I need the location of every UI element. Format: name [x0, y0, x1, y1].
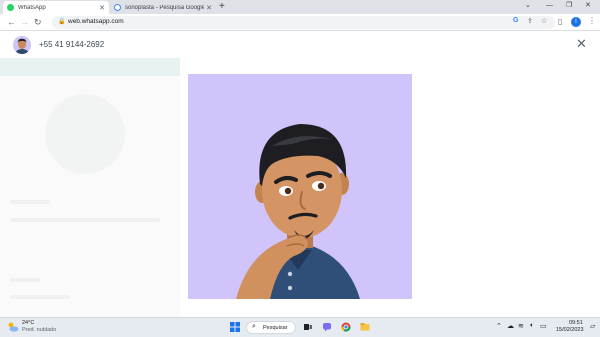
tab-search-icon[interactable]: ⌄	[525, 1, 531, 11]
taskbar-search-box[interactable]: ⌕ Pesquisar	[246, 321, 296, 334]
whatsapp-icon	[7, 4, 14, 11]
bookmark-star-icon[interactable]: ☆	[541, 17, 547, 25]
weather-temperature[interactable]: 24°C	[22, 320, 34, 326]
notifications-icon[interactable]: ▱	[590, 322, 595, 330]
contact-avatar[interactable]	[13, 36, 31, 54]
task-view-icon[interactable]	[303, 322, 313, 332]
search-label: Pesquisar	[263, 325, 288, 331]
tab-strip: WhatsApp ✕ sonoplasta - Pesquisa Google …	[0, 0, 600, 14]
battery-icon[interactable]: ▭	[540, 322, 547, 330]
tab-whatsapp[interactable]: WhatsApp ✕	[3, 1, 109, 14]
address-bar[interactable]: 🔒 web.whatsapp.com G ⇪ ☆	[52, 16, 555, 29]
background-panel-header	[0, 56, 180, 76]
close-viewer-button[interactable]: ✕	[576, 36, 587, 52]
media-viewer-header: +55 41 9144-2692 ✕	[0, 32, 600, 58]
close-tab-icon[interactable]: ✕	[206, 4, 212, 12]
background-line	[10, 200, 50, 204]
tab-title: WhatsApp	[18, 4, 46, 11]
browser-toolbar: ← → ↻ 🔒 web.whatsapp.com G ⇪ ☆ ▯ I ⋮	[0, 14, 600, 31]
back-icon[interactable]: ←	[7, 17, 16, 27]
chrome-menu-icon[interactable]: ⋮	[588, 16, 596, 25]
wifi-icon[interactable]: ≋	[518, 322, 524, 330]
lock-icon[interactable]: 🔒	[58, 18, 65, 25]
background-profile-avatar	[45, 94, 125, 174]
profile-avatar[interactable]: I	[571, 17, 581, 27]
close-window-button[interactable]: ✕	[585, 1, 591, 11]
share-icon[interactable]: ⇪	[527, 17, 533, 25]
search-icon: ⌕	[252, 323, 256, 330]
background-line	[10, 295, 70, 299]
weather-cloud-icon[interactable]	[7, 321, 19, 333]
clock-time[interactable]: 09:51	[569, 320, 583, 326]
new-tab-button[interactable]: +	[219, 1, 225, 13]
google-lens-icon[interactable]: G	[513, 17, 518, 24]
whatsapp-page: +55 41 9144-2692 ✕	[0, 32, 600, 317]
url-text[interactable]: web.whatsapp.com	[68, 18, 124, 25]
avatar-illustration	[188, 74, 412, 299]
clock-date[interactable]: 15/02/2023	[556, 327, 584, 333]
profile-photo[interactable]	[188, 74, 412, 299]
forward-icon[interactable]: →	[20, 17, 29, 27]
volume-icon[interactable]: ◖	[529, 322, 533, 329]
tab-google-search[interactable]: sonoplasta - Pesquisa Google ✕	[110, 1, 216, 14]
onedrive-cloud-icon[interactable]: ☁	[507, 322, 514, 330]
windows-taskbar: 24°C Pred. nublado ⌕ Pesquisar ⌃ ☁ ≋ ◖ ▭…	[0, 317, 600, 337]
reload-icon[interactable]: ↻	[34, 17, 42, 27]
google-icon	[114, 4, 121, 11]
contact-phone: +55 41 9144-2692	[39, 40, 105, 49]
background-line	[10, 218, 160, 222]
show-hidden-icons[interactable]: ⌃	[496, 322, 502, 330]
chat-icon[interactable]	[322, 322, 332, 332]
file-explorer-icon[interactable]	[360, 322, 370, 332]
side-panel-icon[interactable]: ▯	[558, 17, 562, 27]
chrome-icon[interactable]	[341, 322, 351, 332]
restore-button[interactable]: ❐	[566, 1, 572, 11]
close-tab-icon[interactable]: ✕	[99, 4, 105, 12]
windows-start-icon[interactable]	[230, 322, 240, 332]
minimize-button[interactable]: —	[546, 1, 553, 11]
background-line	[10, 278, 40, 282]
tab-title: sonoplasta - Pesquisa Google	[125, 4, 205, 11]
weather-condition[interactable]: Pred. nublado	[22, 327, 56, 333]
